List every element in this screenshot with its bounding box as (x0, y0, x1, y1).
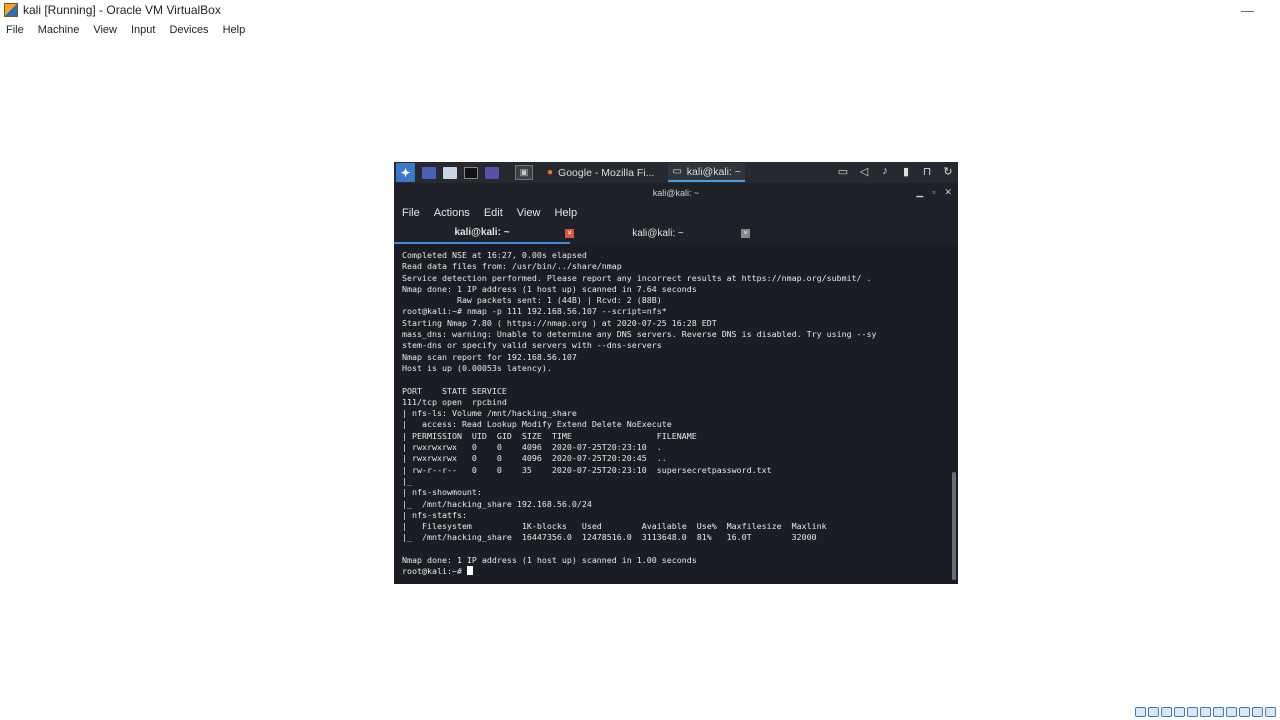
terminal-line: |_ /mnt/hacking_share 192.168.56.0/24 (402, 498, 592, 509)
kali-menu-icon[interactable]: ✦ (396, 163, 415, 182)
terminal-prompt-line[interactable]: root@kali:~# (402, 566, 950, 577)
close-icon[interactable]: ✕ (944, 187, 952, 198)
mouse-integration-icon[interactable] (1252, 707, 1263, 717)
terminal-line: stem-dns or specify valid servers with -… (402, 340, 662, 351)
terminal-line: | rw-r--r-- 0 0 35 2020-07-25T20:23:10 s… (402, 464, 772, 475)
optical-drive-icon[interactable] (1148, 707, 1159, 717)
virtualbox-statusbar (1135, 707, 1276, 719)
terminal-menubar: File Actions Edit View Help (394, 203, 958, 223)
usb-icon[interactable] (1187, 707, 1198, 717)
volume-icon[interactable]: ◁ (858, 165, 870, 178)
terminal-titlebar: kali@kali: ~ ▁ ▫ ✕ (394, 183, 958, 203)
power-icon[interactable]: ↻ (942, 165, 954, 178)
terminal-line: PORT STATE SERVICE (402, 385, 507, 396)
battery-icon[interactable]: ▮ (900, 165, 912, 178)
minimize-button[interactable]: — (1241, 3, 1254, 18)
terminal-menu-actions[interactable]: Actions (434, 207, 470, 219)
vm-display[interactable]: ✦ ▣ ● Google - Mozilla Fi... ▭ kali@kali… (394, 162, 958, 584)
virtualbox-menubar: File Machine View Input Devices Help (0, 21, 259, 39)
guest-taskbar: ✦ ▣ ● Google - Mozilla Fi... ▭ kali@kali… (394, 162, 958, 183)
terminal-line: Completed NSE at 16:27, 0.00s elapsed (402, 250, 587, 260)
notification-bell-icon[interactable]: ♪ (879, 165, 891, 178)
menu-file[interactable]: File (6, 24, 24, 36)
terminal-output[interactable]: Completed NSE at 16:27, 0.00s elapsed Re… (394, 250, 950, 584)
terminal-line: | PERMISSION UID GID SIZE TIME FILENAME (402, 430, 697, 441)
browser-launcher-icon[interactable] (485, 166, 499, 179)
terminal-menu-file[interactable]: File (402, 207, 420, 219)
hard-disk-icon[interactable] (1135, 707, 1146, 717)
menu-view[interactable]: View (93, 24, 117, 36)
virtualbox-titlebar: kali [Running] - Oracle VM VirtualBox — (0, 0, 1280, 20)
terminal-menu-help[interactable]: Help (554, 207, 577, 219)
terminal-line: |_ /mnt/hacking_share 16447356.0 1247851… (402, 532, 817, 543)
file-manager-icon[interactable] (443, 166, 457, 179)
text-cursor (466, 566, 473, 576)
terminal-line: Raw packets sent: 1 (44B) | Rcvd: 2 (88B… (402, 295, 662, 306)
terminal-tabbar: kali@kali: ~ × kali@kali: ~ × (394, 223, 958, 244)
terminal-line: Starting Nmap 7.80 ( https://nmap.org ) … (402, 317, 717, 328)
terminal-menu-view[interactable]: View (517, 207, 541, 219)
audio-icon[interactable] (1161, 707, 1172, 717)
taskbar-item-firefox[interactable]: ● Google - Mozilla Fi... (543, 163, 658, 182)
host-key-icon[interactable] (1265, 707, 1276, 717)
terminal-line: Nmap done: 1 IP address (1 host up) scan… (402, 555, 697, 566)
display-icon[interactable]: ▭ (837, 165, 849, 178)
virtualbox-app-icon (4, 3, 18, 17)
terminal-tab-1[interactable]: kali@kali: ~ × (394, 223, 574, 244)
workspace-switcher-icon[interactable]: ▣ (515, 165, 533, 180)
terminal-menu-edit[interactable]: Edit (484, 207, 503, 219)
terminal-line: | nfs-statfs: (402, 509, 467, 520)
terminal-line: | rwxrwxrwx 0 0 4096 2020-07-25T20:20:45… (402, 453, 667, 464)
menu-machine[interactable]: Machine (38, 24, 80, 36)
terminal-line: | nfs-showmount: (402, 487, 482, 498)
terminal-line: 111/tcp open rpcbind (402, 396, 507, 407)
terminal-prompt: root@kali:~# (402, 566, 467, 577)
system-tray: ▭ ◁ ♪ ▮ ⊓ ↻ (837, 165, 954, 178)
terminal-line: Host is up (0.00053s latency). (402, 362, 552, 373)
terminal-line: | access: Read Lookup Modify Extend Dele… (402, 419, 672, 430)
tab-label: kali@kali: ~ (632, 228, 684, 239)
terminal-line: |_ (402, 475, 412, 486)
window-title: kali [Running] - Oracle VM VirtualBox (23, 3, 221, 17)
taskbar-item-label: kali@kali: ~ (686, 165, 741, 178)
terminal-window-controls: ▁ ▫ ✕ (916, 187, 952, 198)
display-settings-icon[interactable] (1213, 707, 1224, 717)
network-icon[interactable] (1174, 707, 1185, 717)
terminal-icon: ▭ (672, 166, 682, 177)
menu-help[interactable]: Help (223, 24, 246, 36)
desktop-icon[interactable] (422, 166, 436, 179)
tab-close-icon[interactable]: × (741, 229, 750, 238)
tab-label: kali@kali: ~ (454, 227, 510, 238)
terminal-line: Service detection performed. Please repo… (402, 272, 872, 283)
terminal-line: mass_dns: warning: Unable to determine a… (402, 329, 877, 340)
lock-icon[interactable]: ⊓ (921, 165, 933, 178)
terminal-scrollbar[interactable] (952, 472, 956, 580)
terminal-line: Nmap scan report for 192.168.56.107 (402, 351, 577, 362)
taskbar-item-terminal[interactable]: ▭ kali@kali: ~ (668, 163, 745, 182)
terminal-line: Nmap done: 1 IP address (1 host up) scan… (402, 283, 697, 294)
firefox-icon: ● (547, 167, 554, 178)
shared-folders-icon[interactable] (1200, 707, 1211, 717)
terminal-title: kali@kali: ~ (652, 188, 700, 198)
taskbar-item-label: Google - Mozilla Fi... (558, 166, 655, 179)
terminal-line: | Filesystem 1K-blocks Used Available Us… (402, 521, 827, 532)
terminal-line: | nfs-ls: Volume /mnt/hacking_share (402, 408, 577, 419)
terminal-line: | rwxrwxrwx 0 0 4096 2020-07-25T20:23:10… (402, 442, 662, 453)
maximize-icon[interactable]: ▫ (932, 187, 935, 198)
recording-icon[interactable] (1226, 707, 1237, 717)
terminal-line: root@kali:~# nmap -p 111 192.168.56.107 … (402, 306, 667, 317)
terminal-line: Read data files from: /usr/bin/../share/… (402, 261, 622, 272)
menu-input[interactable]: Input (131, 24, 155, 36)
terminal-tab-2[interactable]: kali@kali: ~ × (570, 223, 750, 244)
cpu-icon[interactable] (1239, 707, 1250, 717)
terminal-launcher-icon[interactable] (464, 166, 478, 179)
minimize-icon[interactable]: ▁ (916, 187, 923, 198)
menu-devices[interactable]: Devices (169, 24, 208, 36)
